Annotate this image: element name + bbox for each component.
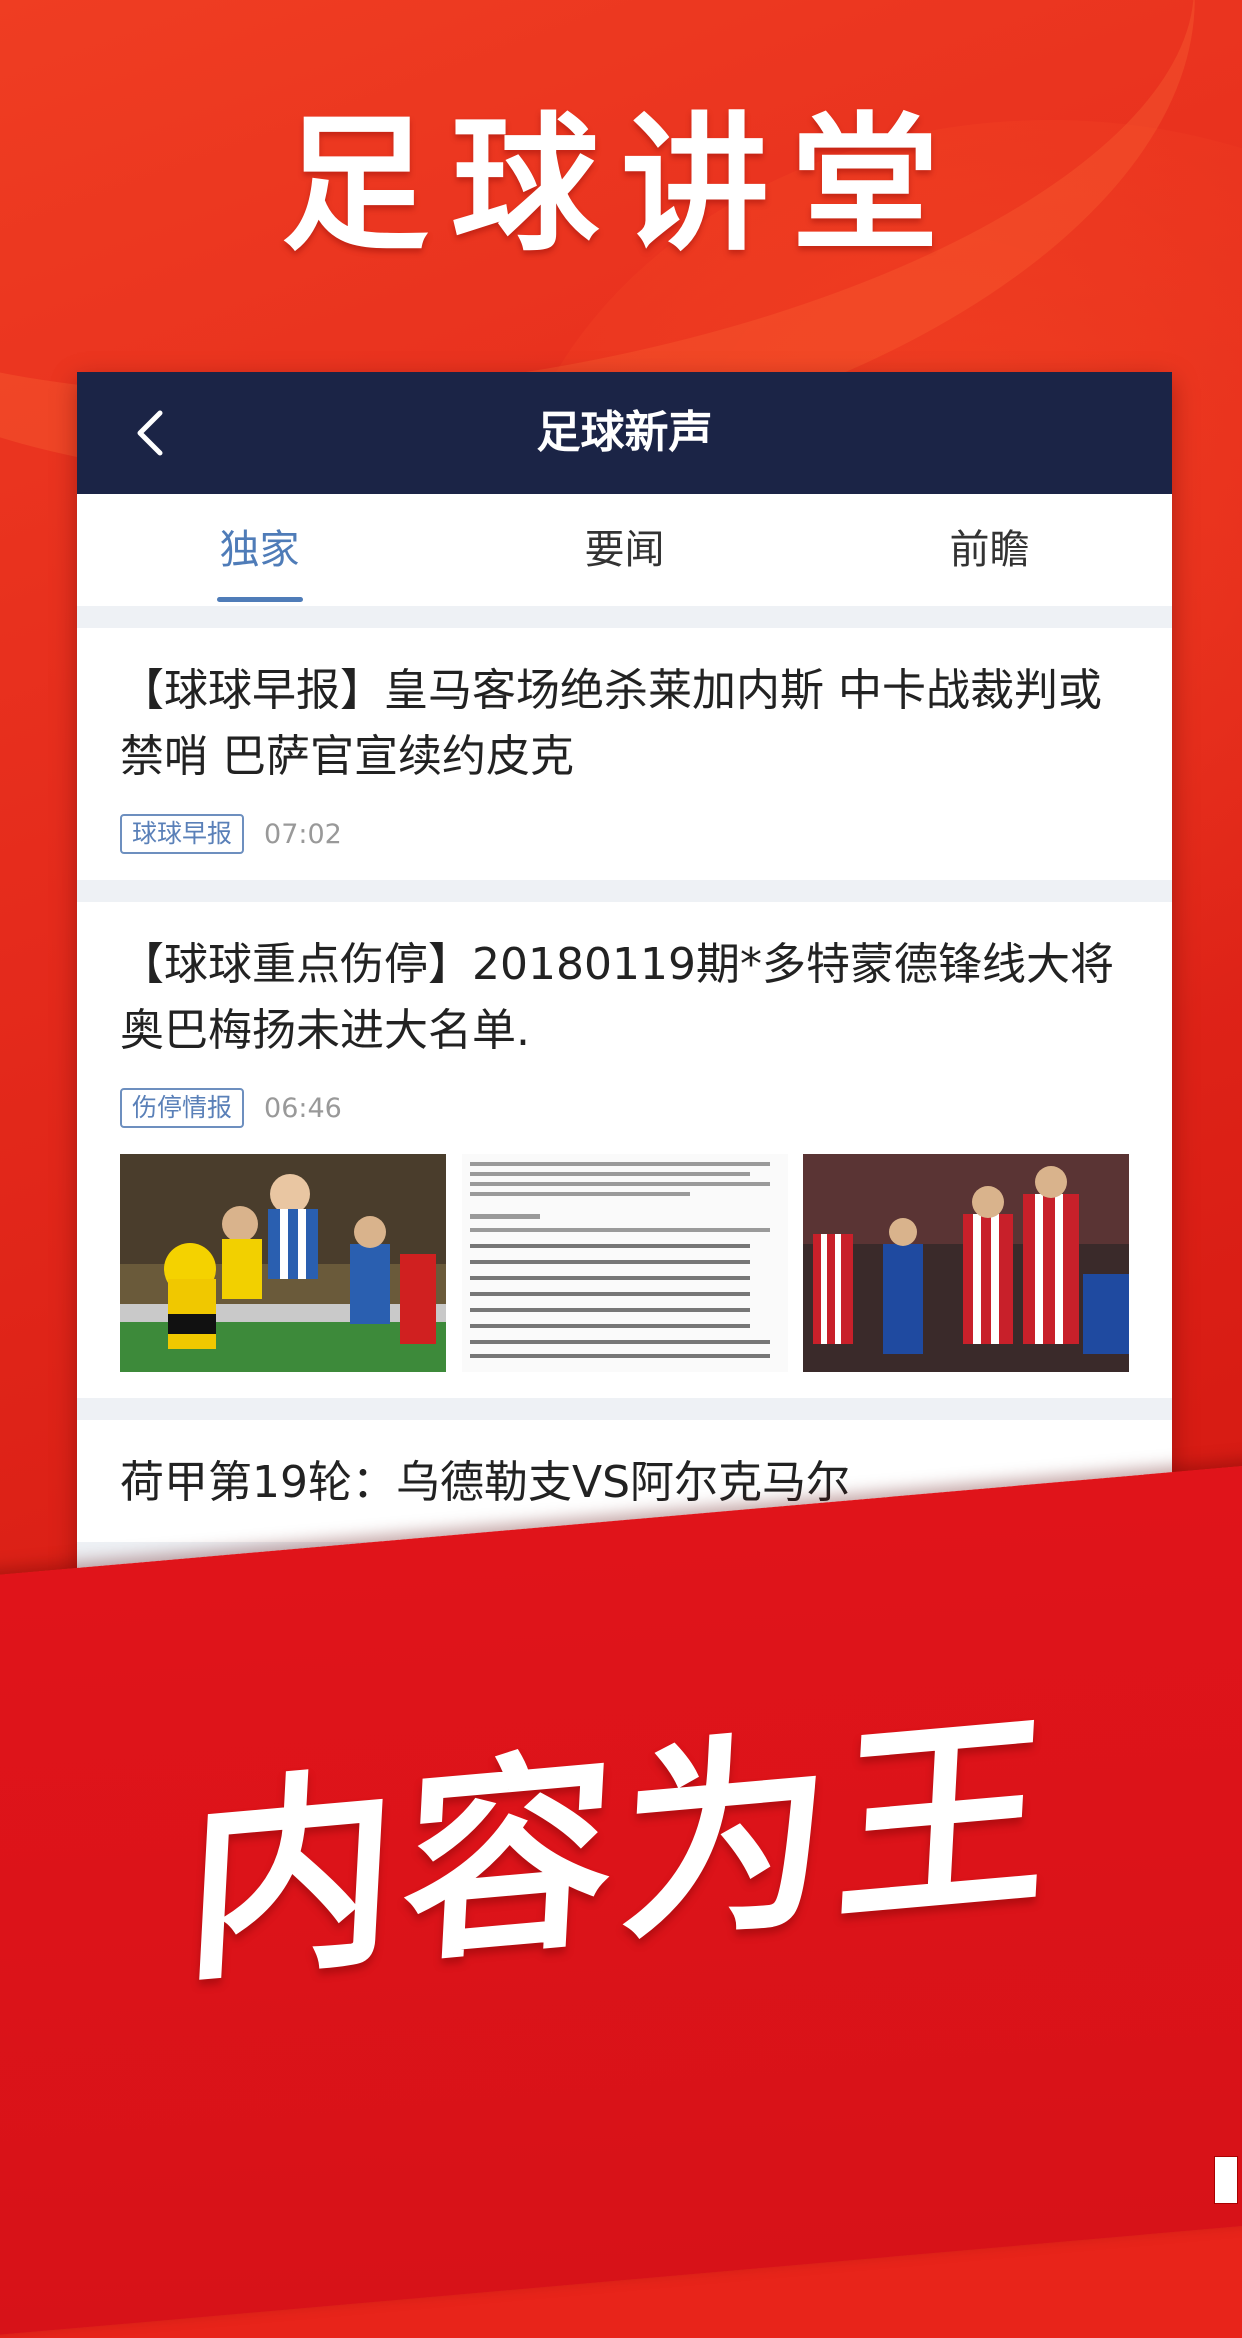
poster-top-title: 足球讲堂: [281, 99, 961, 271]
news-tag: 球球早报: [120, 814, 245, 854]
news-title: 【球球早报】皇马客场绝杀莱加内斯 中卡战裁判或禁哨 巴萨官宣续约皮克: [120, 665, 1102, 782]
tab-headlines[interactable]: 要闻: [442, 494, 807, 606]
news-item[interactable]: 【球球重点伤停】20180119期*多特蒙德锋线大将奥巴梅扬未进大名单. 伤停情…: [77, 902, 1172, 1398]
tab-label: 前瞻: [949, 527, 1030, 573]
news-feed: 【球球早报】皇马客场绝杀莱加内斯 中卡战裁判或禁哨 巴萨官宣续约皮克 球球早报 …: [77, 606, 1172, 1542]
tab-label: 独家: [219, 527, 300, 573]
tab-bar: 独家 要闻 前瞻: [77, 494, 1172, 606]
thumbnail-football-match-photo[interactable]: [120, 1154, 446, 1372]
tab-exclusive[interactable]: 独家: [77, 494, 442, 606]
news-title: 【球球重点伤停】20180119期*多特蒙德锋线大将奥巴梅扬未进大名单.: [120, 939, 1114, 1056]
corner-stamp-icon: [1214, 2156, 1238, 2204]
news-item[interactable]: 【球球早报】皇马客场绝杀莱加内斯 中卡战裁判或禁哨 巴萨官宣续约皮克 球球早报 …: [77, 628, 1172, 880]
news-time: 06:46: [264, 1092, 342, 1124]
thumbnail-injury-table-image[interactable]: [461, 1154, 788, 1372]
active-tab-indicator: [216, 597, 303, 602]
tab-preview[interactable]: 前瞻: [807, 494, 1172, 606]
tab-label: 要闻: [584, 527, 665, 573]
navigation-bar: 足球新声: [77, 372, 1172, 494]
back-button[interactable]: [117, 400, 183, 466]
news-time: 07:02: [264, 818, 342, 850]
chevron-left-icon: [137, 410, 163, 456]
nav-title: 足球新声: [536, 407, 713, 458]
thumbnail-team-celebration-photo[interactable]: [803, 1154, 1129, 1372]
news-thumbnails: [120, 1154, 1129, 1372]
news-meta: 球球早报 07:02: [120, 814, 1129, 854]
news-meta: 伤停情报 06:46: [120, 1088, 1129, 1128]
app-screen: 足球新声 独家 要闻 前瞻 【球球早报】皇马客场绝杀莱加内斯 中卡战裁判或禁哨 …: [77, 372, 1172, 1632]
news-tag: 伤停情报: [120, 1088, 245, 1128]
